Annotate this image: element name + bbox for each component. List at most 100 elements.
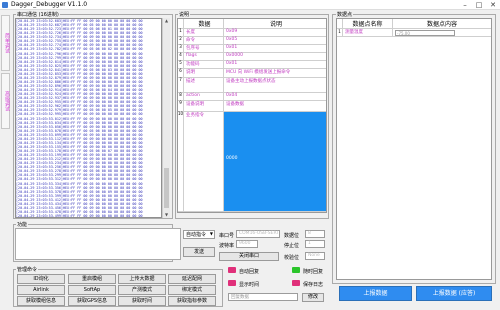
instant-reply-toggle[interactable]: [292, 267, 300, 273]
row-desc: 0x01: [226, 45, 238, 50]
reply-data-input[interactable]: 回复数据: [228, 293, 298, 301]
databits-label: 数据位: [284, 233, 300, 239]
table-row[interactable]: 2 命令 0x05: [178, 37, 326, 45]
log-line: [20-04-29 23:03:53.334]HEX:FF FF 00 05 0…: [16, 181, 143, 186]
command-select[interactable]: 自动指令 ▼: [183, 230, 215, 239]
table-row[interactable]: 1 长度 0x09: [178, 29, 326, 37]
datapoint-header: 数据点名称 数据点内容: [337, 19, 491, 29]
dp-header-value: 数据点内容: [426, 21, 457, 28]
baud-select[interactable]: 9600: [236, 240, 258, 248]
tab-advanced-debug[interactable]: 高级调试: [1, 73, 10, 129]
table-row[interactable]: 10 业务指令 0000: [178, 112, 326, 212]
log-group-title: 串口通信 (16进制): [16, 11, 60, 18]
port-select-value: COM16-USB-SERI: [239, 231, 278, 236]
log-line: [20-04-29 23:03:52.782]HEX:FF FF 00 05 0…: [16, 47, 143, 52]
close-port-button[interactable]: 关闭串口: [219, 252, 279, 261]
row-data: 命令: [184, 37, 224, 44]
port-label: 串口号: [219, 233, 235, 239]
reply-data-placeholder: 回复数据: [231, 295, 249, 300]
desc-header-data: 数据: [184, 19, 224, 28]
mgmt-button[interactable]: 上传大数据: [118, 274, 166, 284]
mgmt-button[interactable]: 获取GPS信息: [68, 296, 116, 306]
scroll-down-icon[interactable]: ▼: [163, 212, 170, 218]
mgmt-button[interactable]: 延迟配网: [168, 274, 216, 284]
desc-table: 数据 说明 1 长度 0x09 2 命令 0x05 3 包序号 0x01 4 flags 0x0000…: [177, 18, 327, 213]
show-time-toggle[interactable]: [228, 280, 236, 286]
tab-simple-debug[interactable]: 简单调试: [1, 15, 10, 71]
log-line: [20-04-29 23:03:53.312]HEX:FF FF 00 09 0…: [16, 177, 143, 182]
mgmt-button[interactable]: 产测模式: [118, 285, 166, 295]
table-row[interactable]: 9 设备说明 设备数据: [178, 101, 326, 112]
stopbits-select-value: 1: [308, 241, 311, 246]
mgmt-button[interactable]: 绑定模式: [168, 285, 216, 295]
databits-select[interactable]: 8: [305, 230, 325, 238]
send-button[interactable]: 发送: [183, 247, 215, 257]
stopbits-label: 停止位: [284, 243, 300, 249]
instant-reply-label: 随时回复: [303, 269, 324, 275]
mgmt-button[interactable]: 获取模组信息: [17, 296, 65, 306]
row-desc: 0x0000: [226, 53, 243, 58]
row-data: 包序号: [184, 45, 224, 52]
table-row[interactable]: 3 包序号 0x01: [178, 45, 326, 53]
parity-select-value: None: [308, 253, 320, 258]
save-log-toggle[interactable]: [292, 280, 300, 286]
row-desc: 0000: [224, 112, 326, 211]
parity-select[interactable]: None: [305, 252, 325, 260]
show-time-label: 显示时间: [239, 282, 260, 288]
save-log-label: 保存日志: [303, 282, 324, 288]
mgmt-button[interactable]: Airlink: [17, 285, 65, 295]
close-icon[interactable]: ✕: [486, 0, 500, 10]
mgmt-button[interactable]: 获取指标参数: [168, 296, 216, 306]
dp-name: 测量温度: [343, 29, 393, 36]
log-line: [20-04-29 23:03:52.796]HEX:FF FF 00 09 0…: [16, 51, 143, 56]
auto-reply-toggle[interactable]: [228, 267, 236, 273]
row-data: 功能码: [184, 61, 224, 68]
table-row[interactable]: 8 action 0x04: [178, 93, 326, 101]
log-line: [20-04-29 23:03:53.499]HEX:FF FF 00 09 0…: [16, 214, 143, 218]
table-row[interactable]: 6 说明 MCU 向 WiFi 模组发送上报命令: [178, 69, 326, 78]
mgmt-button[interactable]: 获取时间: [118, 296, 166, 306]
management-group-title: 管理命令: [16, 266, 39, 273]
mgmt-button[interactable]: SoftAp: [68, 285, 116, 295]
mgmt-button[interactable]: ID询化: [17, 274, 65, 284]
table-row[interactable]: 5 功能码 0x01: [178, 61, 326, 69]
row-desc: 0x09: [226, 29, 238, 34]
row-data: 长度: [184, 29, 224, 36]
log-scrollbar[interactable]: ▲ ▼: [162, 18, 170, 218]
log-line: [20-04-29 23:03:53.012]HEX:FF FF 00 09 0…: [16, 116, 143, 121]
desc-table-header: 数据 说明: [178, 19, 326, 29]
row-desc: 0x05: [226, 37, 238, 42]
row-data: action: [184, 93, 224, 100]
datapoint-table: 数据点名称 数据点内容 1 测量温度 -75.00: [336, 18, 492, 280]
row-desc: MCU 向 WiFi 模组发送上报命令: [226, 70, 291, 75]
table-row[interactable]: 1 测量温度 -75.00: [337, 29, 491, 37]
dp-value-input[interactable]: -75.00: [395, 30, 455, 36]
row-data: 说明: [184, 69, 224, 77]
function-input[interactable]: [15, 228, 181, 260]
table-row[interactable]: 4 flags 0x0000: [178, 53, 326, 61]
log-output[interactable]: [20-04-29 23:03:52.683]HEX:FF FF 00 09 0…: [15, 18, 162, 218]
function-group-title: 功能: [16, 221, 29, 228]
report-ack-button[interactable]: 上报数据 (应答): [416, 286, 492, 301]
row-data: 设备说明: [184, 101, 224, 111]
row-desc: 0x04: [226, 93, 238, 98]
port-select[interactable]: COM16-USB-SERI: [236, 230, 280, 238]
minimize-icon[interactable]: –: [458, 0, 472, 10]
report-button[interactable]: 上报数据: [339, 286, 412, 301]
scroll-thumb[interactable]: [164, 168, 169, 208]
table-row[interactable]: 7 描述 设备主动上报数据点状态: [178, 78, 326, 93]
window-title: Dagger_Debugger V1.1.0: [11, 1, 88, 8]
stopbits-select[interactable]: 1: [305, 240, 325, 248]
title-bar: Dagger_Debugger V1.1.0 – □ ✕: [0, 0, 500, 10]
modify-button[interactable]: 修改: [302, 293, 324, 302]
log-line: [20-04-29 23:03:52.995]HEX:FF FF 00 09 0…: [16, 112, 143, 117]
row-data: 业务指令: [184, 112, 224, 211]
mgmt-button[interactable]: 重启模组: [68, 274, 116, 284]
desc-group-title: 说明: [178, 11, 191, 18]
row-desc: 设备数据: [226, 102, 244, 107]
auto-reply-label: 自动回复: [239, 269, 260, 275]
baud-select-value: 9600: [239, 241, 251, 246]
maximize-icon[interactable]: □: [472, 0, 486, 10]
row-desc: 0x01: [226, 61, 238, 66]
scroll-up-icon[interactable]: ▲: [163, 18, 170, 24]
